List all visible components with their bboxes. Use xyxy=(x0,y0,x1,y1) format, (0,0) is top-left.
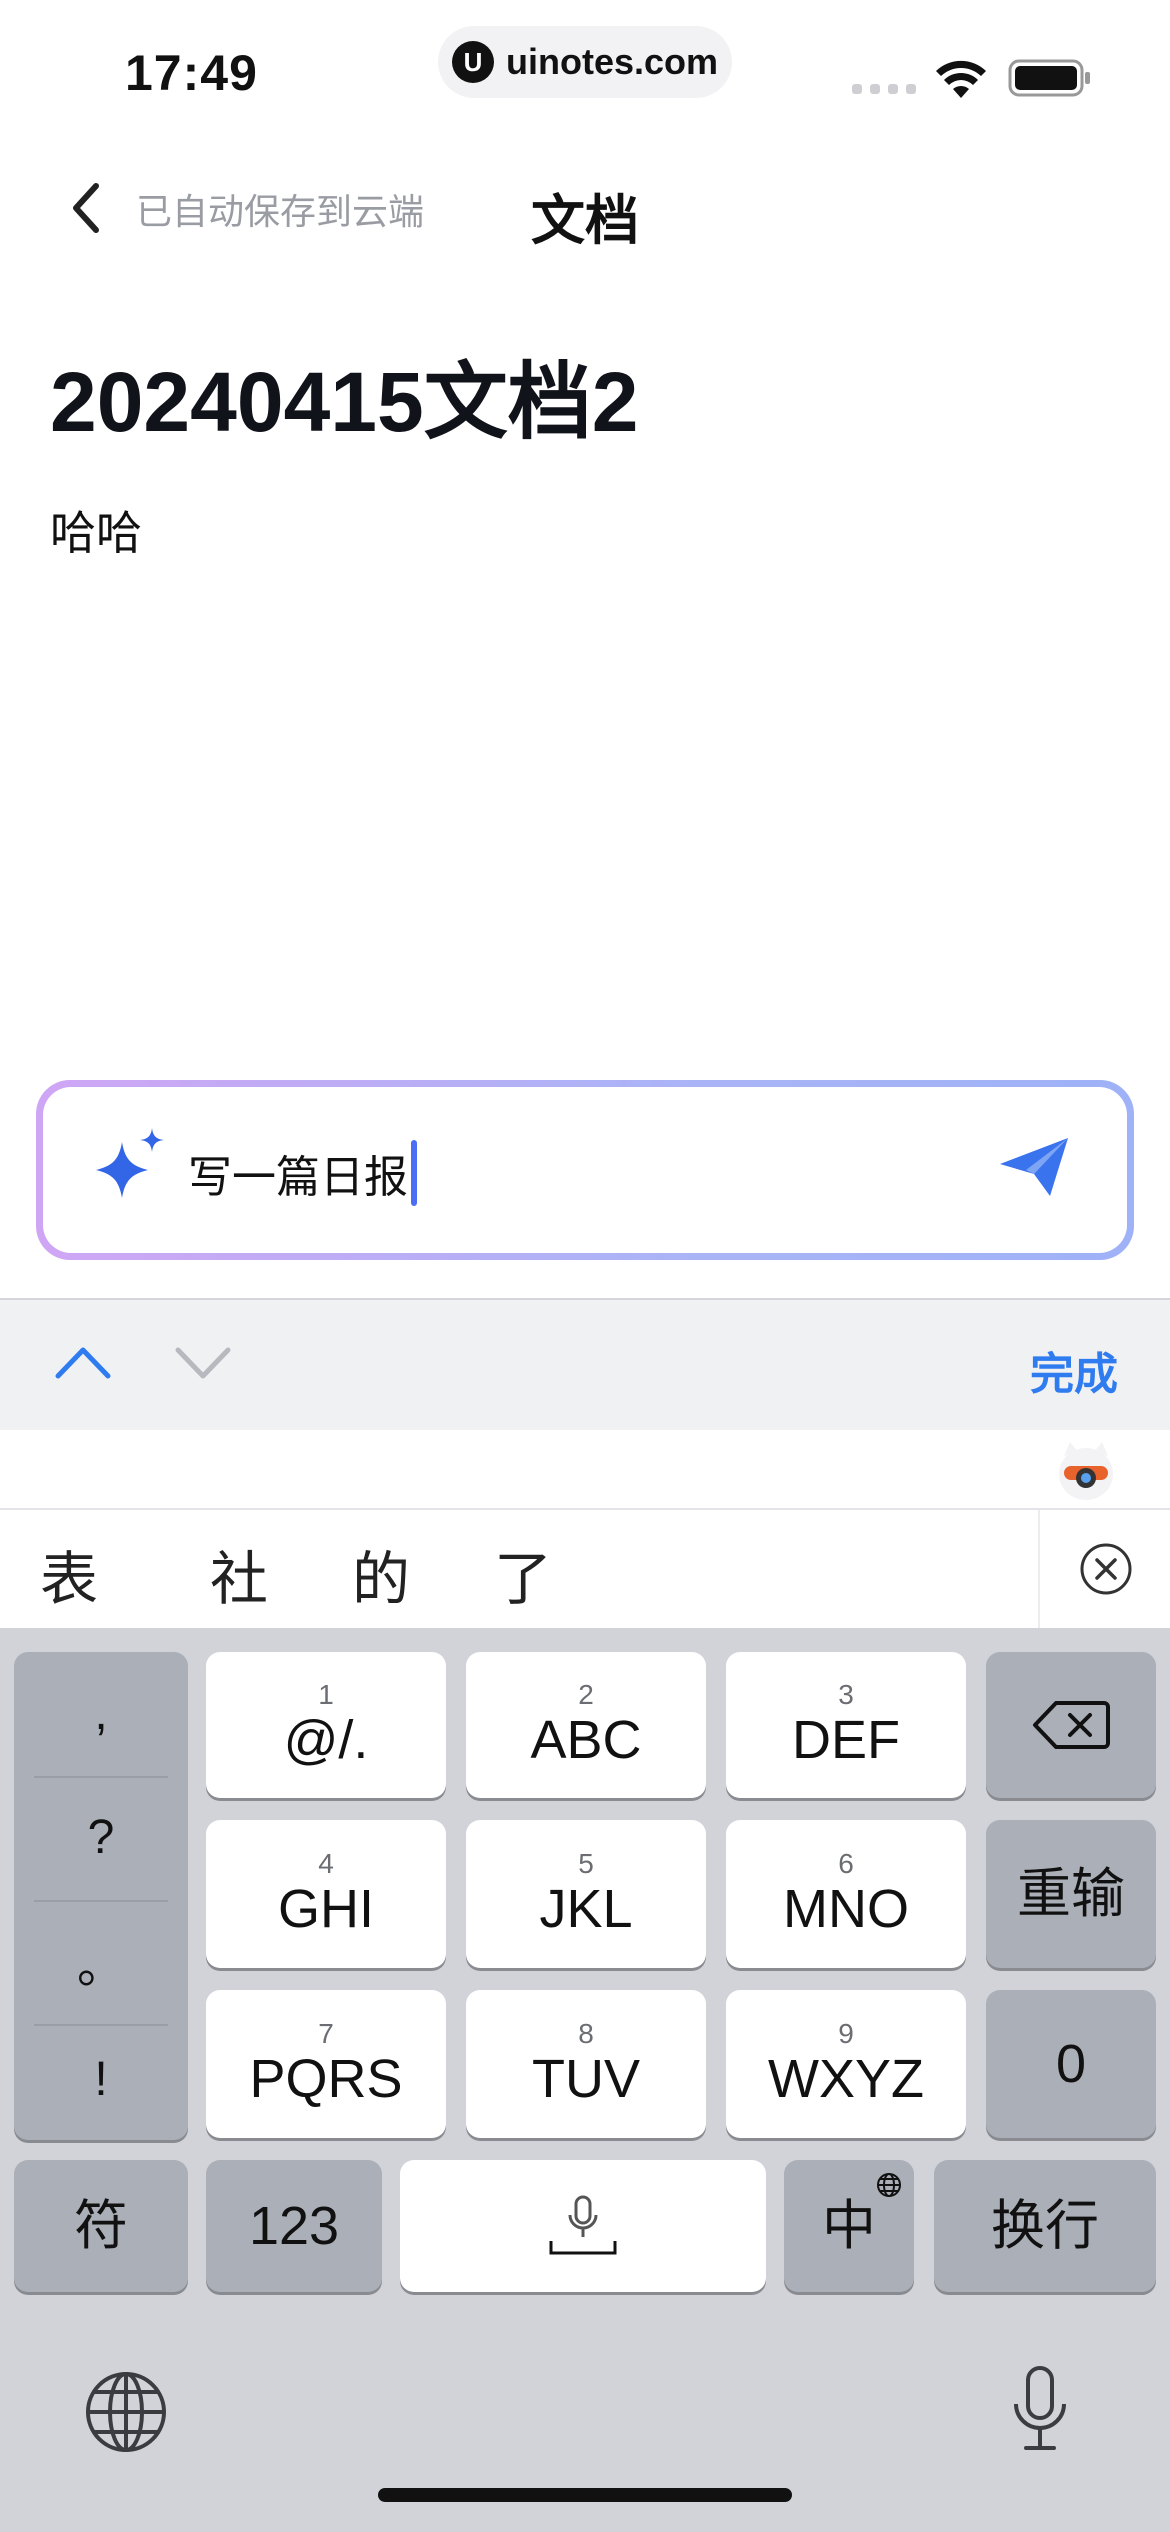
key-label: TUV xyxy=(532,2049,640,2109)
home-indicator[interactable] xyxy=(378,2488,792,2502)
space-mic-icon xyxy=(549,2195,617,2255)
backspace-icon xyxy=(1033,1701,1110,1749)
key-9[interactable]: 9 WXYZ xyxy=(726,1990,966,2138)
punct-key[interactable]: ! xyxy=(14,2018,188,2140)
text-caret xyxy=(411,1140,417,1206)
key-number: 4 xyxy=(318,1848,334,1879)
candidate-word[interactable]: 了 xyxy=(494,1532,552,1616)
key-2[interactable]: 2 ABC xyxy=(466,1652,706,1798)
candidate-word[interactable]: 的 xyxy=(352,1532,410,1616)
previous-arrow-icon[interactable] xyxy=(52,1336,114,1388)
close-circle-icon xyxy=(1080,1543,1132,1595)
key-5[interactable]: 5 JKL xyxy=(466,1820,706,1968)
symbols-key[interactable]: 符 xyxy=(14,2160,188,2292)
keyboard-mascot-icon[interactable] xyxy=(1056,1438,1116,1502)
key-number: 7 xyxy=(318,2018,334,2049)
globe-icon[interactable] xyxy=(84,2370,168,2454)
candidate-bar xyxy=(0,1510,1170,1628)
punct-key[interactable]: , xyxy=(14,1652,188,1774)
backspace-key[interactable] xyxy=(986,1652,1156,1798)
key-label: DEF xyxy=(792,1710,900,1770)
key-label: 重输 xyxy=(1017,1864,1125,1924)
key-label: 换行 xyxy=(991,2196,1099,2256)
key-label: 中 xyxy=(822,2196,876,2256)
return-key[interactable]: 换行 xyxy=(934,2160,1156,2292)
key-number: 5 xyxy=(578,1848,594,1879)
key-label: WXYZ xyxy=(768,2049,924,2109)
punct-key[interactable]: ? xyxy=(14,1776,188,1898)
reenter-key[interactable]: 重输 xyxy=(986,1820,1156,1968)
key-number: 8 xyxy=(578,2018,594,2049)
space-key[interactable] xyxy=(400,2160,766,2292)
battery-icon xyxy=(1008,59,1090,97)
status-time: 17:49 xyxy=(125,45,258,101)
key-label: 0 xyxy=(1055,2034,1087,2094)
key-3[interactable]: 3 DEF xyxy=(726,1652,966,1798)
page-title: 文档 xyxy=(531,191,639,251)
ai-prompt-input[interactable]: 写一篇日报 xyxy=(188,1140,417,1206)
document-body[interactable]: 哈哈 xyxy=(50,497,142,563)
key-1[interactable]: 1 @/. xyxy=(206,1652,446,1798)
key-label: GHI xyxy=(277,1879,374,1939)
numbers-key[interactable]: 123 xyxy=(206,2160,382,2292)
key-7[interactable]: 7 PQRS xyxy=(206,1990,446,2138)
zero-key[interactable]: 0 xyxy=(986,1990,1156,2138)
dictation-mic-icon[interactable] xyxy=(1008,2364,1072,2454)
site-logo-icon: U xyxy=(451,41,494,83)
candidate-word[interactable]: 社 xyxy=(210,1532,268,1616)
candidate-word[interactable]: 表 xyxy=(40,1532,98,1616)
key-label: @/. xyxy=(283,1710,369,1770)
key-number: 2 xyxy=(578,1679,594,1710)
next-arrow-icon[interactable] xyxy=(172,1336,234,1388)
key-label: PQRS xyxy=(249,2049,403,2109)
document-title[interactable]: 20240415文档2 xyxy=(50,335,638,456)
url-text: uinotes.com xyxy=(505,41,719,82)
close-candidates-button[interactable] xyxy=(1038,1510,1170,1628)
language-key[interactable]: 中 xyxy=(784,2160,914,2292)
key-6[interactable]: 6 MNO xyxy=(726,1820,966,1968)
key-4[interactable]: 4 GHI xyxy=(206,1820,446,1968)
punct-key[interactable]: 。 xyxy=(14,1900,188,2022)
key-number: 1 xyxy=(318,1679,334,1710)
key-label: 符 xyxy=(74,2196,128,2256)
key-label: 123 xyxy=(248,2196,340,2256)
key-label: MNO xyxy=(783,1879,909,1939)
cellular-signal-icon xyxy=(852,84,916,94)
sparkle-icon xyxy=(96,1128,164,1198)
send-icon[interactable] xyxy=(996,1134,1072,1200)
key-label: ABC xyxy=(530,1710,642,1770)
key-8[interactable]: 8 TUV xyxy=(466,1990,706,2138)
keyboard-toolbar xyxy=(0,1430,1170,1510)
globe-small-icon xyxy=(877,2173,901,2197)
key-number: 9 xyxy=(838,2018,854,2049)
url-pill[interactable]: U uinotes.com xyxy=(438,26,732,98)
key-number: 3 xyxy=(838,1679,854,1710)
ai-prompt-text: 写一篇日报 xyxy=(188,1153,408,1202)
key-label: JKL xyxy=(539,1879,633,1939)
punctuation-column[interactable]: , ? 。 ! xyxy=(14,1652,188,2140)
done-button[interactable]: 完成 xyxy=(1030,1338,1118,1402)
wifi-icon xyxy=(936,60,986,98)
key-number: 6 xyxy=(838,1848,854,1879)
